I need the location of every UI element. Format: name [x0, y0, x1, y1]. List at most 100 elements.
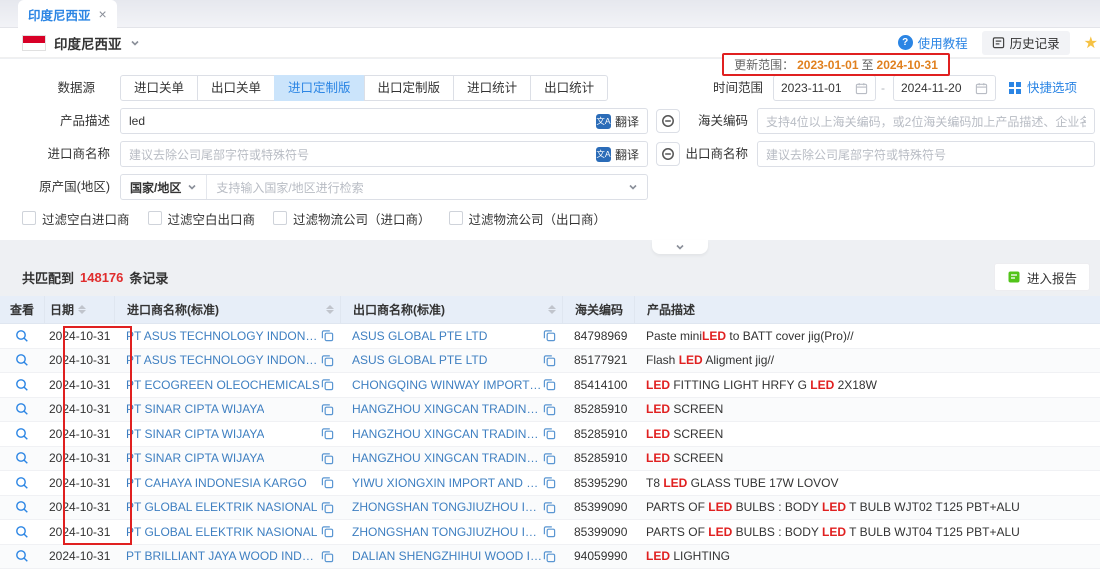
filter-checkbox-4[interactable]: 过滤物流公司（出口商）	[449, 209, 607, 228]
view-record-button[interactable]	[0, 476, 44, 490]
importer-link[interactable]: PT SINAR CIPTA WIJAYA	[126, 427, 264, 441]
country-selector[interactable]: 印度尼西亚	[22, 33, 140, 53]
origin-input[interactable]: 国家/地区 支持输入国家/地区进行检索	[120, 174, 648, 200]
checkbox-label: 过滤空白进口商	[42, 209, 130, 228]
copy-icon[interactable]	[543, 378, 556, 391]
view-record-button[interactable]	[0, 329, 44, 343]
view-record-button[interactable]	[0, 353, 44, 367]
copy-icon[interactable]	[321, 525, 334, 538]
product-desc-input[interactable]: led 文A 翻译	[120, 108, 648, 134]
col-header-date[interactable]: 日期	[44, 296, 114, 323]
importer-link[interactable]: PT BRILLIANT JAYA WOOD INDUSTRY	[126, 549, 321, 563]
view-record-button[interactable]	[0, 500, 44, 514]
exporter-cell: HANGZHOU XINGCAN TRADING CO LTD	[340, 427, 562, 441]
exporter-link[interactable]: ASUS GLOBAL PTE LTD	[352, 329, 487, 343]
copy-icon[interactable]	[543, 476, 556, 489]
datasource-tab-6[interactable]: 出口统计	[530, 75, 608, 101]
hs-code-cell: 85414100	[562, 378, 634, 392]
importer-input[interactable]: 建议去除公司尾部字符或特殊符号 文A 翻译	[120, 141, 648, 167]
view-record-button[interactable]	[0, 427, 44, 441]
exporter-link[interactable]: HANGZHOU XINGCAN TRADING CO LTD	[352, 402, 543, 416]
exporter-link[interactable]: ZHONGSHAN TONGJIUZHOU INTERNA...	[352, 525, 543, 539]
chevron-down-icon	[187, 182, 197, 192]
col-header-exporter[interactable]: 出口商名称(标准)	[340, 296, 562, 323]
sort-carets-icon[interactable]	[78, 305, 86, 314]
copy-icon[interactable]	[321, 329, 334, 342]
translate-button[interactable]: 文A 翻译	[596, 146, 639, 163]
product-desc-value: led	[129, 114, 596, 128]
importer-cell: PT SINAR CIPTA WIJAYA	[114, 451, 340, 465]
origin-type-select[interactable]: 国家/地区	[121, 175, 207, 199]
exporter-link[interactable]: HANGZHOU XINGCAN TRADING CO LTD	[352, 427, 543, 441]
view-record-button[interactable]	[0, 402, 44, 416]
view-record-button[interactable]	[0, 378, 44, 392]
datasource-tab-2[interactable]: 出口关单	[197, 75, 275, 101]
filter-checkbox-2[interactable]: 过滤空白出口商	[148, 209, 256, 228]
exporter-link[interactable]: ASUS GLOBAL PTE LTD	[352, 353, 487, 367]
exporter-link[interactable]: DALIAN SHENGZHIHUI WOOD INDUST...	[352, 549, 543, 563]
importer-link[interactable]: PT CAHAYA INDONESIA KARGO	[126, 476, 307, 490]
copy-icon[interactable]	[321, 476, 334, 489]
datasource-tab-1[interactable]: 进口关单	[120, 75, 198, 101]
sort-carets-icon[interactable]	[548, 305, 556, 314]
datasource-tab-3[interactable]: 进口定制版	[274, 75, 365, 101]
copy-icon[interactable]	[321, 403, 334, 416]
exporter-link[interactable]: CHONGQING WINWAY IMPORT AND E...	[352, 378, 543, 392]
importer-link[interactable]: PT GLOBAL ELEKTRIK NASIONAL	[126, 500, 317, 514]
copy-icon[interactable]	[321, 452, 334, 465]
view-record-button[interactable]	[0, 549, 44, 563]
importer-link[interactable]: PT ASUS TECHNOLOGY INDONESIA BA...	[126, 329, 321, 343]
product-desc-cell: Flash LED Aligment jig//	[634, 353, 1100, 367]
copy-icon[interactable]	[543, 550, 556, 563]
copy-icon[interactable]	[321, 354, 334, 367]
history-button[interactable]: 历史记录	[982, 31, 1070, 55]
copy-icon[interactable]	[543, 329, 556, 342]
exporter-link[interactable]: HANGZHOU XINGCAN TRADING CO LTD	[352, 451, 543, 465]
copy-icon[interactable]	[321, 427, 334, 440]
quick-options-label: 快捷选项	[1027, 75, 1077, 101]
copy-icon[interactable]	[321, 378, 334, 391]
datasource-tab-5[interactable]: 进口统计	[453, 75, 531, 101]
quick-options-button[interactable]: 快捷选项	[1008, 75, 1077, 101]
exporter-link[interactable]: YIWU XIONGXIN IMPORT AND EXPORT...	[352, 476, 543, 490]
importer-link[interactable]: PT ECOGREEN OLEOCHEMICALS	[126, 378, 320, 392]
magnifier-icon	[15, 500, 29, 514]
importer-link[interactable]: PT SINAR CIPTA WIJAYA	[126, 402, 264, 416]
magnifier-icon	[15, 427, 29, 441]
copy-icon[interactable]	[321, 550, 334, 563]
datasource-tab-4[interactable]: 出口定制版	[364, 75, 455, 101]
filter-checkbox-3[interactable]: 过滤物流公司（进口商）	[273, 209, 431, 228]
view-record-button[interactable]	[0, 451, 44, 465]
filter-checkbox-1[interactable]: 过滤空白进口商	[22, 209, 130, 228]
page-tab-indonesia[interactable]: 印度尼西亚 ×	[18, 0, 117, 28]
copy-icon[interactable]	[543, 427, 556, 440]
tab-close-icon[interactable]: ×	[99, 6, 107, 22]
translate-button[interactable]: 文A 翻译	[596, 113, 639, 130]
view-record-button[interactable]	[0, 525, 44, 539]
copy-icon[interactable]	[543, 403, 556, 416]
importer-link[interactable]: PT ASUS TECHNOLOGY INDONESIA BA...	[126, 353, 321, 367]
importer-cell: PT ASUS TECHNOLOGY INDONESIA BA...	[114, 353, 340, 367]
hs-code-cell: 85399090	[562, 525, 634, 539]
exporter-cell: ASUS GLOBAL PTE LTD	[340, 353, 562, 367]
copy-icon[interactable]	[543, 525, 556, 538]
copy-icon[interactable]	[543, 452, 556, 465]
col-header-importer[interactable]: 进口商名称(标准)	[114, 296, 340, 323]
collapse-panel-handle[interactable]	[652, 240, 708, 254]
exporter-input[interactable]: 建议去除公司尾部字符或特殊符号	[757, 141, 1095, 167]
hs-code-input[interactable]: 支持4位以上海关编码，或2位海关编码加上产品描述、企业名称的任意信息	[757, 108, 1095, 134]
sort-carets-icon[interactable]	[326, 305, 334, 314]
copy-icon[interactable]	[543, 354, 556, 367]
enter-report-button[interactable]: 进入报告	[994, 263, 1090, 291]
table-row: 2024-10-31PT GLOBAL ELEKTRIK NASIONALZHO…	[0, 496, 1100, 521]
importer-link[interactable]: PT GLOBAL ELEKTRIK NASIONAL	[126, 525, 317, 539]
copy-icon[interactable]	[321, 501, 334, 514]
importer-link[interactable]: PT SINAR CIPTA WIJAYA	[126, 451, 264, 465]
copy-icon[interactable]	[543, 501, 556, 514]
tutorial-link[interactable]: ? 使用教程	[898, 33, 968, 52]
date-to-input[interactable]: 2024-11-20	[893, 75, 996, 101]
favorite-star-icon[interactable]: ★	[1084, 33, 1098, 53]
exporter-link[interactable]: ZHONGSHAN TONGJIUZHOU INTERNA...	[352, 500, 543, 514]
led-highlight: LED	[702, 329, 726, 343]
date-from-input[interactable]: 2023-11-01	[773, 75, 876, 101]
